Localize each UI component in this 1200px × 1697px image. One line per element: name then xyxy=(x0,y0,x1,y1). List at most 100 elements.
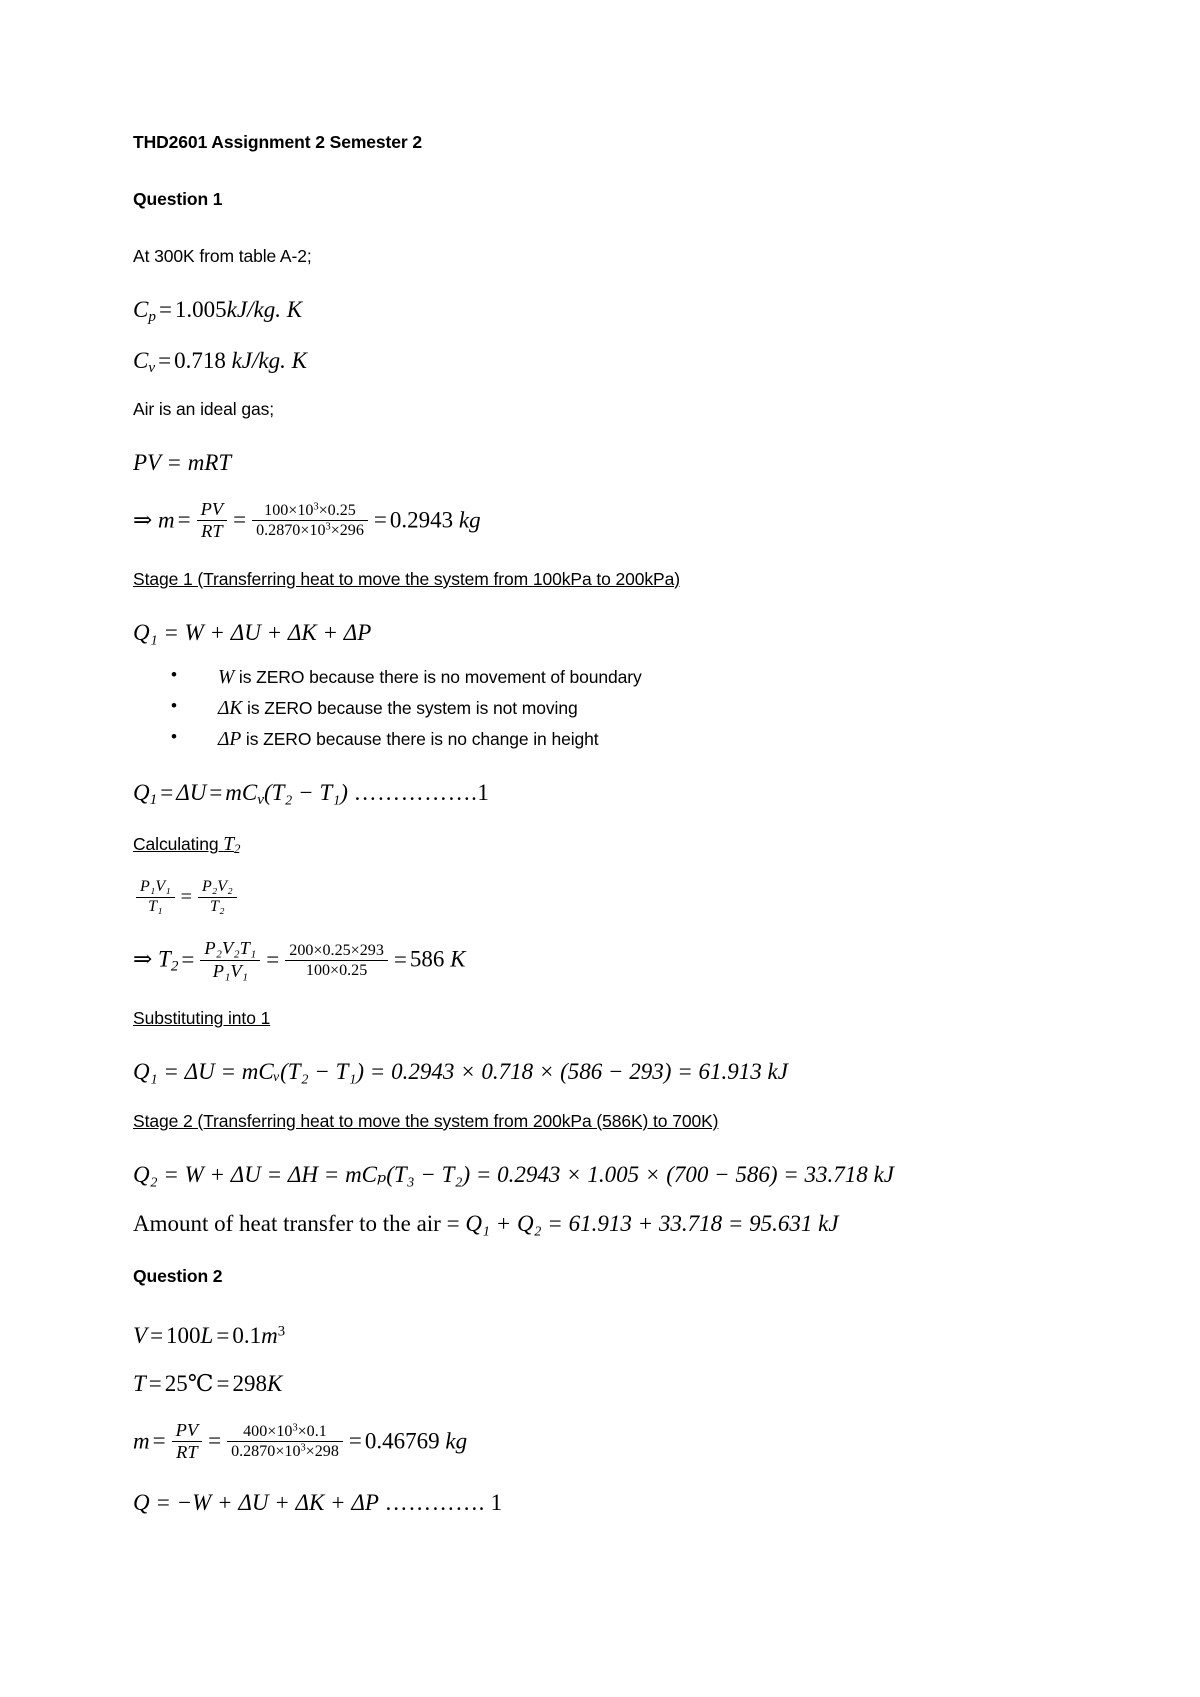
q2-energy-balance-expression: Q = −W + ΔU + ΔK + ΔP xyxy=(133,1489,379,1515)
question-2-heading-text: Question 2 xyxy=(133,1266,223,1287)
q2-mass-numerator: 400×103×0.1 xyxy=(227,1423,343,1443)
q2-mass-symbol: m xyxy=(133,1428,150,1454)
t2-symbol: T xyxy=(158,946,171,972)
list-item: • W is ZERO because there is no movement … xyxy=(171,663,1050,694)
bullet-1-symbol: W xyxy=(218,667,235,689)
total-heat-label: Amount of heat transfer to the air = xyxy=(133,1211,466,1237)
q2-pv-numerator: PV xyxy=(171,1420,203,1443)
right-denominator: T₂ xyxy=(210,897,225,915)
mass-denominator-base: 0.2870×10 xyxy=(256,522,326,540)
q1-numeric-result-equation: Q₁ = ΔU = mCᵥ(T₂ − T₁) = 0.2943 × 0.718 … xyxy=(133,1059,1050,1084)
volume-symbol: V xyxy=(133,1323,148,1349)
temperature-equals: = xyxy=(148,1370,162,1396)
stage-1-energy-balance-text: Q₁ = W + ΔU + ΔK + ΔP xyxy=(133,619,372,645)
substituting-heading-text: Substituting into 1 xyxy=(133,1008,271,1029)
q2-mass-numerator-base: 400×10 xyxy=(243,1423,293,1441)
stage-2-heading-text: Stage 2 (Transferring heat to move the s… xyxy=(133,1110,719,1131)
left-numerator: P₁V₁ xyxy=(136,878,175,898)
mass-denominator: 0.2870×103×296 xyxy=(252,521,368,539)
zero-terms-bullet-list: • W is ZERO because there is no movement … xyxy=(133,663,1050,755)
q2-leader-dots: …………. xyxy=(384,1489,485,1515)
mass-numerator: 100×103×0.25 xyxy=(252,502,368,522)
document-page: THD2601 Assignment 2 Semester 2 Question… xyxy=(0,0,1200,1697)
calculating-t2-symbol: T2 xyxy=(223,834,241,857)
cp-equals: = xyxy=(158,297,172,322)
right-gas-fraction: P₂V₂ T₂ xyxy=(197,878,237,916)
temperature-equation: T = 25℃ = 298K xyxy=(133,1371,1050,1396)
q1-numeric-expression: Q₁ = ΔU = mCᵥ(T₂ − T₁) = 0.2943 × 0.718 … xyxy=(133,1059,762,1085)
t2-result: 586 xyxy=(409,946,445,972)
question-1-heading: Question 1 xyxy=(133,189,1050,210)
q2-numeric-result-equation: Q₂ = W + ΔU = ΔH = mCₚ(T₃ − T₂) = 0.2943… xyxy=(133,1162,1050,1187)
t2-solution-equation: ⇒ T2 = P₂V₂T₁ P₁V₁ = 200×0.25×293 100×0.25 = 586… xyxy=(133,938,466,981)
mass-units: kg xyxy=(458,507,481,533)
left-denominator: T₁ xyxy=(148,897,163,915)
total-heat-units: kJ xyxy=(818,1211,839,1237)
total-heat-transfer-line: Amount of heat transfer to the air = Q₁ … xyxy=(133,1211,1050,1236)
q2-mass-units: kg xyxy=(445,1428,468,1454)
q2-mass-denominator: 0.2870×103×298 xyxy=(227,1442,343,1460)
volume-unit-exponent: 3 xyxy=(277,1323,286,1340)
cp-equation: Cp = 1.005kJ/kg. K xyxy=(133,297,1050,326)
mass-calculation-q1: ⇒ m = PV RT = 100×103×0.25 0.2870×103×296 = 0.29… xyxy=(133,498,481,542)
t2-units: K xyxy=(450,946,466,972)
q2-rt-denominator: RT xyxy=(176,1442,198,1463)
temperature-value-celsius: 25 xyxy=(164,1370,188,1396)
calculating-t2-subscript: 2 xyxy=(234,842,241,857)
t2-numeric-numerator: 200×0.25×293 xyxy=(285,942,388,961)
temperature-unit-celsius: ℃ xyxy=(187,1370,214,1396)
bullet-dot-icon: • xyxy=(171,726,177,746)
bullet-2-symbol: ΔK xyxy=(218,697,243,719)
volume-unit-cubic: m xyxy=(261,1323,278,1349)
t2-numeric-fraction: 200×0.25×293 100×0.25 xyxy=(285,942,388,979)
left-gas-fraction: P₁V₁ T₁ xyxy=(136,878,175,916)
q1-delta-u: ΔU xyxy=(176,779,207,805)
rt-denominator: RT xyxy=(201,521,223,542)
q2-equation-reference: 1 xyxy=(490,1489,503,1515)
pv-over-rt-fraction: PV RT xyxy=(196,499,228,542)
ideal-gas-note-text: Air is an ideal gas; xyxy=(133,398,274,419)
bullet-1-text: is ZERO because there is no movement of … xyxy=(234,667,642,688)
volume-equation: V = 100L = 0.1m3 xyxy=(133,1323,1050,1348)
implies-arrow-icon: ⇒ xyxy=(133,507,153,533)
bullet-dot-icon: • xyxy=(171,695,177,715)
temperature-value-kelvin: 298 xyxy=(232,1370,268,1396)
ideal-gas-note: Air is an ideal gas; xyxy=(133,399,1050,420)
implies-arrow-icon: ⇒ xyxy=(133,946,153,972)
q2-energy-balance-equation: Q = −W + ΔU + ΔK + ΔP …………. 1 xyxy=(133,1490,1050,1515)
q2-mass-denominator-tail: ×298 xyxy=(305,1443,339,1461)
stage-1-heading-text: Stage 1 (Transferring heat to move the s… xyxy=(133,568,680,589)
volume-value-cubic: 0.1 xyxy=(232,1323,262,1349)
ideal-gas-law-equation: PV = mRT xyxy=(133,450,1050,475)
q1-equation-reference: 1 xyxy=(477,779,489,805)
bullet-2-text: is ZERO because the system is not moving xyxy=(242,697,578,718)
volume-equals: = xyxy=(150,1323,164,1349)
bullet-dot-icon: • xyxy=(171,665,177,685)
cp-symbol: C xyxy=(133,297,149,322)
t2-numeric-denominator: 100×0.25 xyxy=(305,961,368,979)
t2-symbolic-numerator: P₂V₂T₁ xyxy=(200,939,261,961)
mass-numerator-base: 100×10 xyxy=(264,502,314,520)
bullet-3-symbol: ΔP xyxy=(218,728,242,750)
q2-mass-denominator-base: 0.2870×10 xyxy=(231,1443,301,1461)
q2-mass-numerator-tail: ×0.1 xyxy=(297,1423,327,1441)
cp-subscript: p xyxy=(148,308,156,326)
table-reference-note: At 300K from table A-2; xyxy=(133,246,1050,267)
cv-value: 0.718 xyxy=(174,347,226,373)
calculating-t2-heading-text: Calculating T2 xyxy=(133,834,240,857)
substituting-heading: Substituting into 1 xyxy=(133,1008,1050,1029)
mass-numerator-tail: ×0.25 xyxy=(318,502,356,520)
mass-calculation-q2: m = PV RT = 400×103×0.1 0.2870×103×298 = 0.46769… xyxy=(133,1419,468,1463)
cv-units: kJ/kg. K xyxy=(231,347,307,373)
q1-leader-dots: ……………. xyxy=(353,779,478,805)
pv-numerator: PV xyxy=(196,499,228,522)
q1-numeric-units: kJ xyxy=(767,1059,788,1085)
mass-symbol: m xyxy=(158,507,175,533)
cv-equals: = xyxy=(158,347,172,373)
right-numerator: P₂V₂ xyxy=(197,878,237,898)
temperature-unit-kelvin: K xyxy=(267,1370,283,1396)
bullet-3-text: is ZERO because there is no change in he… xyxy=(241,728,599,749)
q2-numeric-units: kJ xyxy=(873,1161,894,1187)
question-1-heading-text: Question 1 xyxy=(133,189,223,209)
document-title: THD2601 Assignment 2 Semester 2 xyxy=(133,132,1050,153)
